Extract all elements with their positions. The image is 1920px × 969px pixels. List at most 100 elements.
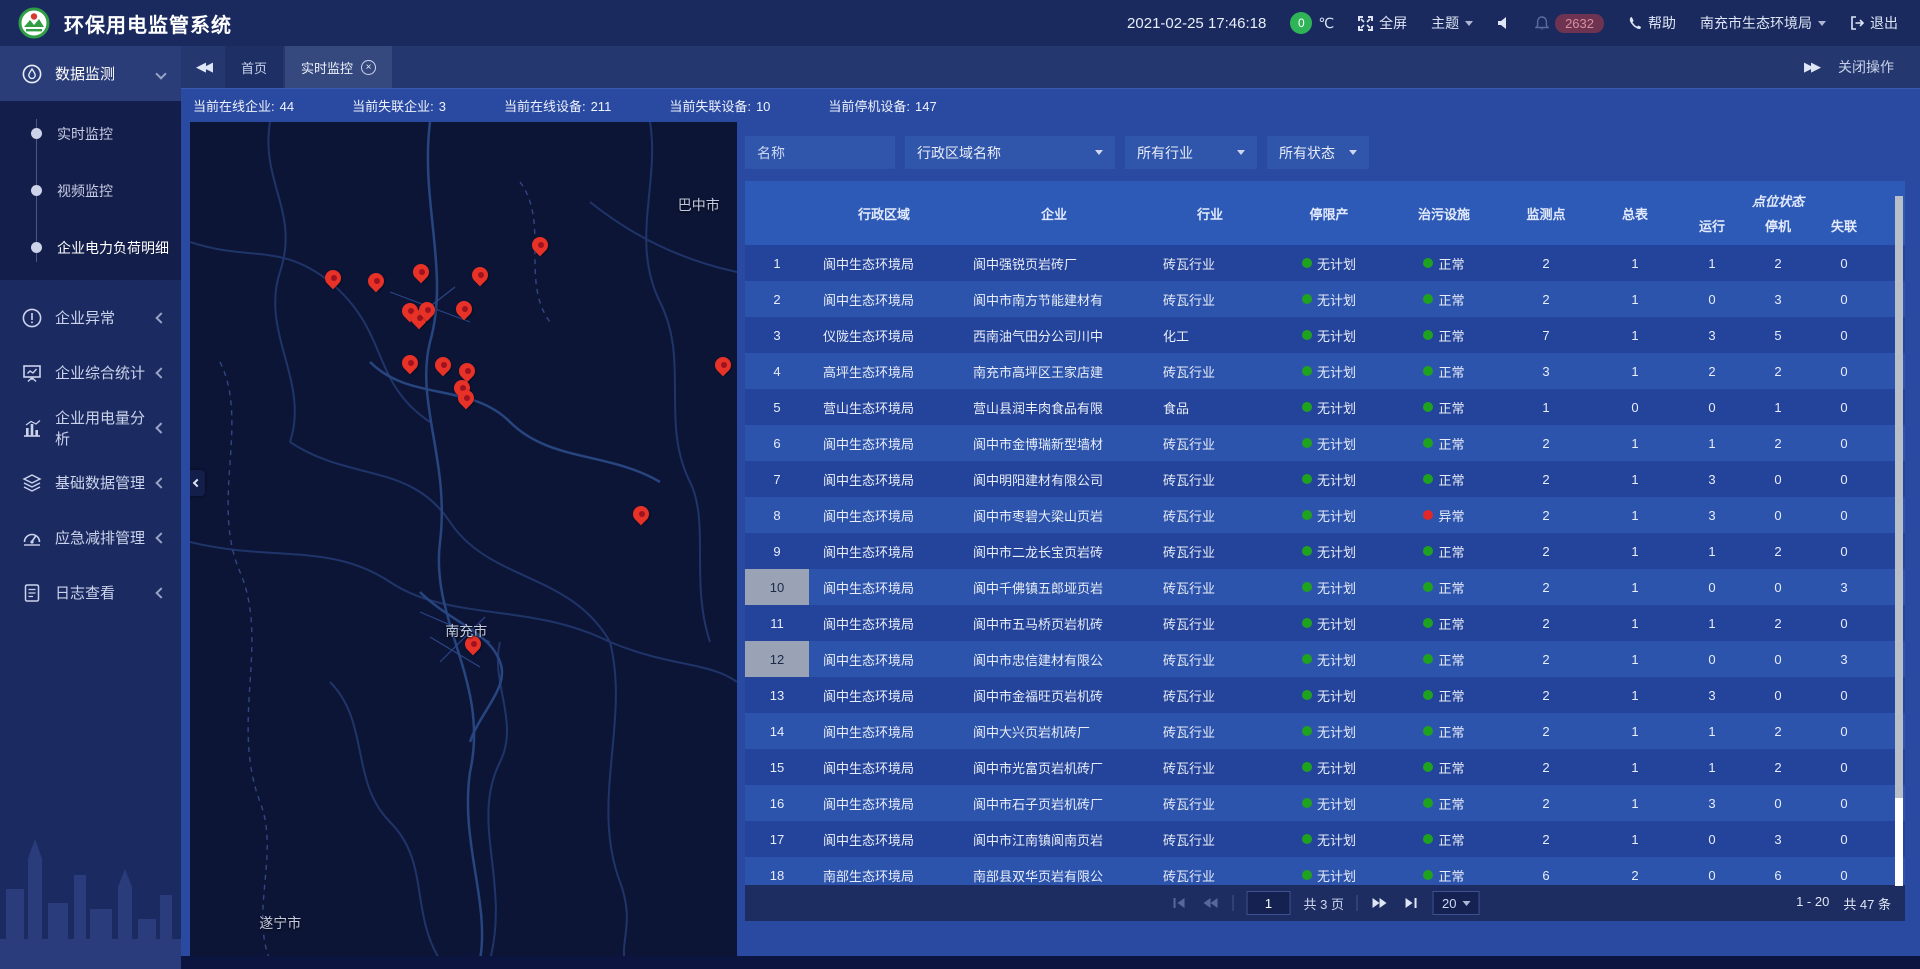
cell-pollution-status: 正常 bbox=[1387, 641, 1501, 677]
cell-monitor-count: 6 bbox=[1501, 857, 1591, 885]
table-row[interactable]: 12阆中生态环境局阆中市忠信建材有限公砖瓦行业无计划正常21003 bbox=[745, 641, 1905, 677]
cell-region: 阆中生态环境局 bbox=[809, 281, 959, 317]
last-page-icon bbox=[1404, 897, 1418, 909]
tab-close-icon[interactable]: × bbox=[361, 60, 376, 75]
table-scrollbar[interactable] bbox=[1895, 196, 1903, 886]
table-row[interactable]: 13阆中生态环境局阆中市金福旺页岩机砖砖瓦行业无计划正常21300 bbox=[745, 677, 1905, 713]
org-dropdown[interactable]: 南充市生态环境局 bbox=[1700, 13, 1826, 33]
sidebar-item-company-abnormal[interactable]: 企业异常 bbox=[0, 290, 181, 345]
cell-stop-count: 2 bbox=[1745, 425, 1811, 461]
sidebar-subitem-realtime-monitor[interactable]: 实时监控 bbox=[0, 105, 181, 162]
datetime-display: 2021-02-25 17:46:18 bbox=[1127, 15, 1266, 32]
table-row[interactable]: 15阆中生态环境局阆中市光富页岩机砖厂砖瓦行业无计划正常21120 bbox=[745, 749, 1905, 785]
fullscreen-button[interactable]: 全屏 bbox=[1358, 13, 1407, 33]
last-page-button[interactable] bbox=[1402, 896, 1420, 910]
sidebar-item-company-statistics[interactable]: 企业综合统计 bbox=[0, 345, 181, 400]
cell-production-status: 无计划 bbox=[1271, 533, 1387, 569]
table-row[interactable]: 11阆中生态环境局阆中市五马桥页岩机砖砖瓦行业无计划正常21120 bbox=[745, 605, 1905, 641]
sidebar-item-emergency-reduction[interactable]: 应急减排管理 bbox=[0, 510, 181, 565]
status-dot bbox=[1423, 726, 1433, 736]
table-row[interactable]: 17阆中生态环境局阆中市江南镇阆南页岩砖瓦行业无计划正常21030 bbox=[745, 821, 1905, 857]
region-select[interactable]: 行政区域名称 bbox=[905, 136, 1115, 169]
cell-industry: 砖瓦行业 bbox=[1149, 281, 1271, 317]
cell-offline-count: 0 bbox=[1811, 713, 1877, 749]
theme-dropdown[interactable]: 主题 bbox=[1431, 13, 1473, 33]
sound-mute-button[interactable] bbox=[1497, 16, 1511, 30]
table-row[interactable]: 14阆中生态环境局阆中大兴页岩机砖厂砖瓦行业无计划正常21120 bbox=[745, 713, 1905, 749]
cell-region: 营山生态环境局 bbox=[809, 389, 959, 425]
table-row[interactable]: 4高坪生态环境局南充市高坪区王家店建砖瓦行业无计划正常31220 bbox=[745, 353, 1905, 389]
next-page-button[interactable] bbox=[1371, 896, 1389, 910]
sidebar-item-data-monitoring[interactable]: 数据监测 bbox=[0, 46, 181, 101]
status-dot bbox=[1423, 870, 1433, 880]
table-row[interactable]: 9阆中生态环境局阆中市二龙长宝页岩砖砖瓦行业无计划正常21120 bbox=[745, 533, 1905, 569]
tab-realtime-monitor[interactable]: 实时监控 × bbox=[285, 46, 392, 88]
prev-page-button[interactable] bbox=[1202, 896, 1220, 910]
table-row[interactable]: 2阆中生态环境局阆中市南方节能建材有砖瓦行业无计划正常21030 bbox=[745, 281, 1905, 317]
cell-region: 阆中生态环境局 bbox=[809, 497, 959, 533]
help-button[interactable]: 帮助 bbox=[1628, 13, 1676, 33]
pager-separator bbox=[1357, 895, 1358, 911]
cell-company: 西南油气田分公司川中 bbox=[959, 317, 1149, 353]
temperature-unit: ℃ bbox=[1318, 15, 1334, 32]
row-index: 3 bbox=[745, 317, 809, 353]
cell-run-count: 0 bbox=[1679, 389, 1745, 425]
cell-industry: 砖瓦行业 bbox=[1149, 785, 1271, 821]
table-row[interactable]: 8阆中生态环境局阆中市枣碧大梁山页岩砖瓦行业无计划异常21300 bbox=[745, 497, 1905, 533]
page-size-select[interactable]: 20 bbox=[1433, 891, 1479, 915]
status-dot bbox=[1302, 258, 1312, 268]
status-select[interactable]: 所有状态 bbox=[1267, 136, 1369, 169]
cell-offline-count: 0 bbox=[1811, 317, 1877, 353]
prev-page-icon bbox=[1203, 897, 1219, 909]
sidebar-collapse-toggle[interactable] bbox=[190, 470, 205, 496]
status-dot bbox=[1302, 294, 1312, 304]
sidebar-item-log-view[interactable]: 日志查看 bbox=[0, 565, 181, 620]
status-dot bbox=[1423, 546, 1433, 556]
cell-stop-count: 0 bbox=[1745, 461, 1811, 497]
cell-region: 阆中生态环境局 bbox=[809, 245, 959, 281]
sidebar-subitem-video-monitor[interactable]: 视频监控 bbox=[0, 162, 181, 219]
table-row[interactable]: 5营山生态环境局营山县润丰肉食品有限食品无计划正常10010 bbox=[745, 389, 1905, 425]
status-dot bbox=[1423, 258, 1433, 268]
table-row[interactable]: 10阆中生态环境局阆中千佛镇五郎垭页岩砖瓦行业无计划正常21003 bbox=[745, 569, 1905, 605]
chevron-left-icon bbox=[155, 532, 166, 543]
cell-region: 阆中生态环境局 bbox=[809, 821, 959, 857]
industry-select[interactable]: 所有行业 bbox=[1125, 136, 1257, 169]
name-search-input-box[interactable] bbox=[745, 136, 895, 169]
page-number-input[interactable] bbox=[1247, 891, 1291, 915]
cell-region: 阆中生态环境局 bbox=[809, 641, 959, 677]
sidebar-subitem-power-load-detail[interactable]: 企业电力负荷明细 bbox=[0, 219, 181, 276]
cell-region: 阆中生态环境局 bbox=[809, 785, 959, 821]
cell-offline-count: 0 bbox=[1811, 353, 1877, 389]
table-row[interactable]: 3仪陇生态环境局西南油气田分公司川中化工无计划正常71350 bbox=[745, 317, 1905, 353]
close-operations-dropdown[interactable]: 关闭操作 bbox=[1838, 57, 1894, 77]
cell-stop-count: 2 bbox=[1745, 605, 1811, 641]
tab-home[interactable]: 首页 bbox=[225, 46, 283, 88]
notification-count-badge: 2632 bbox=[1555, 14, 1604, 33]
row-index: 16 bbox=[745, 785, 809, 821]
cell-pollution-status: 正常 bbox=[1387, 605, 1501, 641]
table-row[interactable]: 16阆中生态环境局阆中市石子页岩机砖厂砖瓦行业无计划正常21300 bbox=[745, 785, 1905, 821]
table-row[interactable]: 18南部生态环境局南部县双华页岩有限公砖瓦行业无计划正常62060 bbox=[745, 857, 1905, 885]
logout-button[interactable]: 退出 bbox=[1850, 13, 1898, 33]
tabs-scroll-right-button[interactable]: ▶▶ bbox=[1804, 59, 1818, 75]
col-production: 停限产 bbox=[1271, 181, 1387, 245]
tabs-scroll-left-button[interactable]: ◀◀ bbox=[181, 46, 225, 88]
cell-production-status: 无计划 bbox=[1271, 497, 1387, 533]
app-title: 环保用电监管系统 bbox=[64, 9, 232, 38]
cell-industry: 砖瓦行业 bbox=[1149, 569, 1271, 605]
name-search-input[interactable] bbox=[757, 145, 883, 161]
notification-bell[interactable]: 2632 bbox=[1535, 14, 1604, 33]
sidebar-item-power-analysis[interactable]: 企业用电量分析 bbox=[0, 400, 181, 455]
table-row[interactable]: 7阆中生态环境局阆中明阳建材有限公司砖瓦行业无计划正常21300 bbox=[745, 461, 1905, 497]
cell-production-status: 无计划 bbox=[1271, 749, 1387, 785]
status-dot bbox=[1302, 510, 1312, 520]
map-panel[interactable]: 巴中市南充市遂宁市 bbox=[190, 122, 737, 956]
temperature-badge: 0 bbox=[1290, 12, 1312, 34]
map-city-labels: 巴中市南充市遂宁市 bbox=[190, 122, 737, 956]
first-page-button[interactable] bbox=[1171, 896, 1189, 910]
sidebar-item-base-data[interactable]: 基础数据管理 bbox=[0, 455, 181, 510]
table-row[interactable]: 6阆中生态环境局阆中市金博瑞新型墙材砖瓦行业无计划正常21120 bbox=[745, 425, 1905, 461]
speaker-icon bbox=[1497, 16, 1511, 30]
table-row[interactable]: 1阆中生态环境局阆中强锐页岩砖厂砖瓦行业无计划正常21120 bbox=[745, 245, 1905, 281]
